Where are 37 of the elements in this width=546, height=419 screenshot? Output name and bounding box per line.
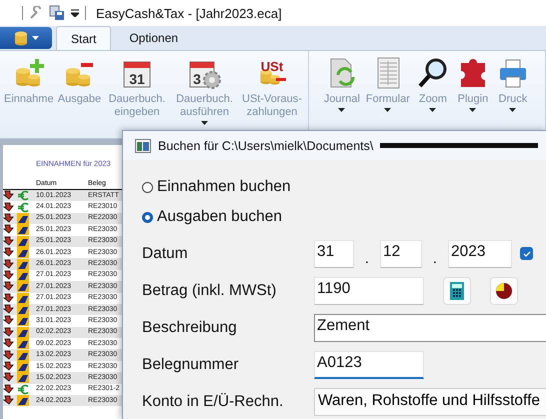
- window-title: EasyCash&Tax - [Jahr2023.eca]: [96, 6, 282, 20]
- coins-icon: [14, 30, 28, 46]
- separator-text: .: [364, 248, 370, 266]
- date-checkbox[interactable]: [520, 247, 533, 260]
- field-label: Konto in E/Ü-Rechn.: [142, 392, 284, 410]
- calculator-icon: [450, 282, 464, 300]
- check-icon: [522, 250, 530, 256]
- field-label: Datum: [142, 244, 189, 262]
- field-label: Beschreibung: [142, 318, 238, 336]
- field-label: Betrag (inkl. MWSt): [142, 282, 278, 300]
- amount-field[interactable]: 1190: [314, 276, 424, 304]
- month-field[interactable]: 12: [380, 240, 422, 268]
- dropdown-icon[interactable]: [71, 9, 79, 17]
- separator-text: .: [432, 248, 438, 266]
- pie-chart-icon: [495, 282, 513, 300]
- caret-icon: [32, 36, 38, 40]
- field-label: Belegnummer: [142, 356, 240, 374]
- calculator-button[interactable]: [443, 276, 471, 304]
- receipt-number-field[interactable]: A0123: [314, 350, 424, 378]
- description-field[interactable]: Zement: [314, 314, 546, 342]
- account-dropdown[interactable]: Waren, Rohstoffe und Hilfsstoffe: [314, 388, 546, 416]
- dialog-title: Buchen für C:\Users\mielk\Documents\: [158, 138, 374, 152]
- year-field[interactable]: 2023: [448, 240, 512, 268]
- ribbon-button[interactable]: USt USt-Voraus- zahlungen: [238, 57, 306, 119]
- app-menu-button[interactable]: [0, 27, 52, 49]
- window-icon: [135, 138, 151, 152]
- magnifier-icon: [416, 57, 449, 89]
- ribbon-button[interactable]: 3 Dauerbuch. ausführen: [170, 57, 238, 125]
- ribbon-tab[interactable]: Start: [56, 26, 112, 50]
- ribbon-button[interactable]: 31 Dauerbuch. eingeben: [103, 57, 171, 119]
- split-button[interactable]: [490, 276, 518, 304]
- wrench-icon[interactable]: [29, 6, 43, 20]
- radio-option[interactable]: Einnahmen buchen: [142, 172, 546, 202]
- day-field[interactable]: 31: [314, 240, 354, 268]
- ribbon-tab[interactable]: Optionen: [115, 26, 192, 50]
- radio-option[interactable]: Ausgaben buchen: [142, 202, 546, 232]
- save-icon[interactable]: [49, 5, 65, 21]
